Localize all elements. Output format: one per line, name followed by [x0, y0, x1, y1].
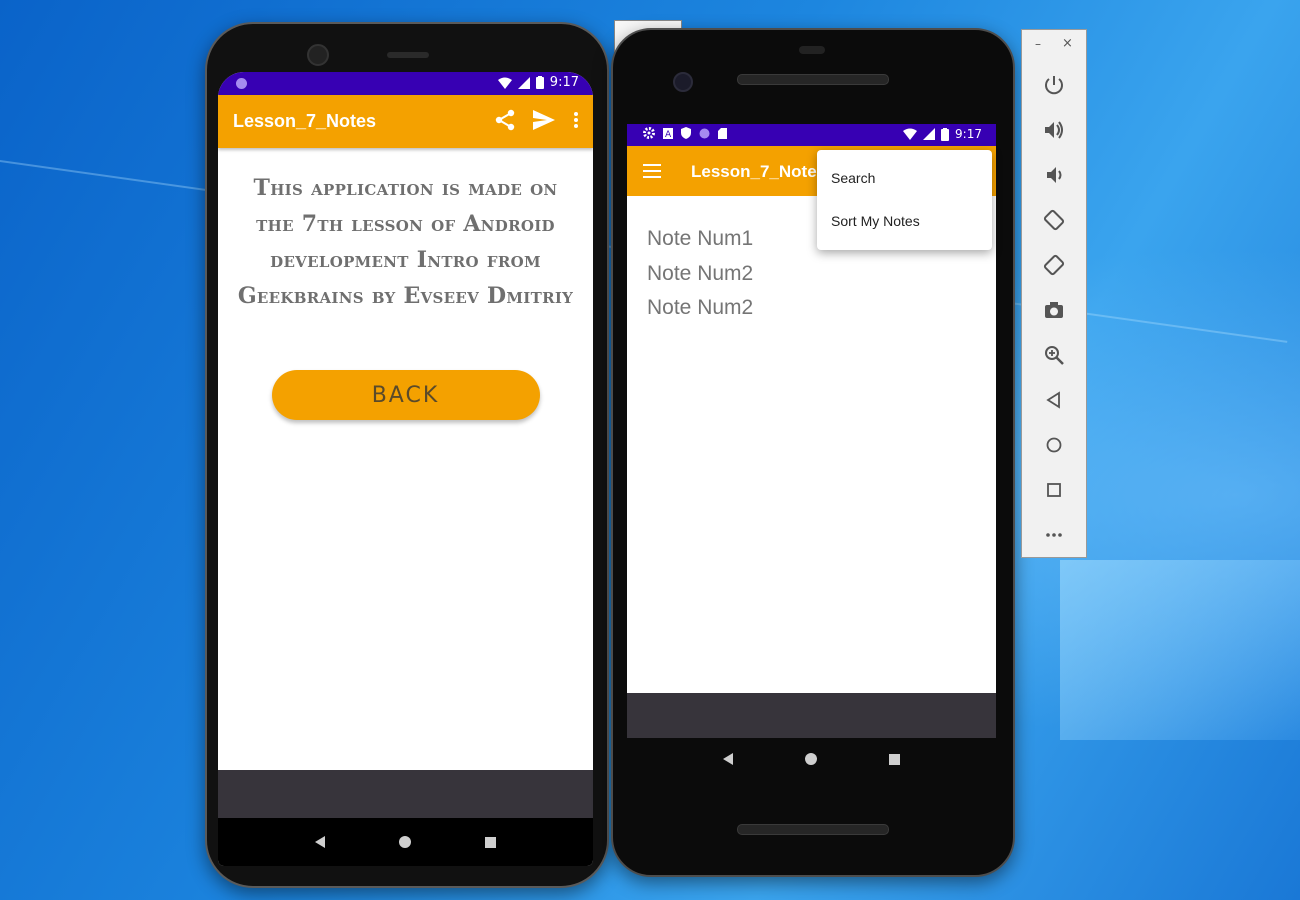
system-nav-bar: [627, 738, 996, 780]
volume-up-icon: [1045, 120, 1063, 139]
status-bar: A 9:17: [627, 124, 996, 146]
screen-bottom-area: [218, 770, 593, 818]
rotate-left-button[interactable]: [1022, 197, 1086, 242]
status-icons: 9:17: [903, 127, 982, 141]
wifi-icon: [497, 77, 512, 89]
a-icon: A: [663, 127, 673, 139]
share-icon[interactable]: [495, 109, 515, 131]
signal-icon: [517, 76, 530, 89]
note-item[interactable]: Note Num2: [647, 257, 976, 292]
rotate-right-icon: [1043, 254, 1065, 275]
bottom-speaker-grille: [737, 824, 889, 835]
app-title: Lesson_7_Notes: [233, 111, 377, 131]
status-icons: 9:17: [497, 75, 579, 90]
app-title: Lesson_7_Notes: [691, 162, 827, 181]
emulator-toolbar: – ×: [1021, 29, 1087, 558]
screenshot-button[interactable]: [1022, 287, 1086, 332]
volume-down-icon: [1047, 166, 1062, 183]
sd-card-icon: [718, 127, 727, 139]
app-bar: Lesson_7_Notes: [218, 95, 593, 148]
front-camera: [307, 44, 329, 66]
circle-icon: [699, 128, 710, 138]
wallpaper-windows-logo: [1060, 560, 1300, 740]
wifi-icon: [903, 128, 918, 140]
menu-icon[interactable]: [643, 164, 661, 178]
power-button[interactable]: [1022, 62, 1086, 107]
more-vert-icon[interactable]: [573, 111, 579, 129]
menu-item-sort[interactable]: Sort My Notes: [817, 200, 992, 243]
zoom-button[interactable]: [1022, 332, 1086, 377]
phone2-screen: A 9:17 Lesson_7_Notes Note Num1 Note Num…: [627, 124, 996, 737]
minimize-button[interactable]: –: [1035, 37, 1041, 51]
overview-icon: [1047, 482, 1061, 497]
back-icon: [1046, 390, 1060, 409]
top-speaker-grille: [737, 74, 889, 85]
more-icon: [1046, 532, 1062, 537]
back-button[interactable]: BACK: [271, 370, 540, 420]
zoom-icon: [1045, 345, 1064, 365]
back-button-emulator[interactable]: [1022, 377, 1086, 422]
front-camera: [673, 72, 693, 92]
about-content: This application is made on the 7th less…: [218, 148, 593, 420]
battery-icon: [535, 76, 544, 89]
home-icon: [1046, 437, 1062, 452]
system-nav-bar: [218, 818, 593, 866]
settings-icon: [643, 127, 655, 139]
status-time: 9:17: [955, 127, 982, 141]
emulator-phone-2: A 9:17 Lesson_7_Notes Note Num1 Note Num…: [611, 28, 1015, 877]
battery-icon: [941, 127, 950, 141]
overview-button-emulator[interactable]: [1022, 467, 1086, 512]
camera-icon: [1045, 301, 1063, 318]
volume-up-button[interactable]: [1022, 107, 1086, 152]
notification-icons: A: [643, 127, 727, 139]
top-sensor: [799, 46, 825, 54]
nav-overview-icon[interactable]: [485, 836, 496, 848]
notification-dot-icon: [236, 78, 247, 89]
status-time: 9:17: [549, 75, 579, 90]
about-text: This application is made on the 7th less…: [237, 175, 574, 309]
nav-home-icon[interactable]: [805, 753, 817, 765]
nav-back-icon[interactable]: [723, 753, 733, 765]
toolbar-titlebar: – ×: [1022, 30, 1086, 62]
screen-bottom-area: [627, 693, 996, 738]
phone1-screen: 9:17 Lesson_7_Notes This application is …: [218, 72, 593, 866]
send-icon[interactable]: [533, 110, 555, 130]
close-button[interactable]: ×: [1062, 36, 1073, 51]
note-item[interactable]: Note Num2: [647, 291, 976, 326]
emulator-phone-1: 9:17 Lesson_7_Notes This application is …: [205, 22, 609, 888]
more-button[interactable]: [1022, 512, 1086, 557]
nav-overview-icon[interactable]: [889, 753, 900, 765]
nav-back-icon[interactable]: [315, 836, 325, 848]
rotate-left-icon: [1043, 209, 1065, 230]
volume-down-button[interactable]: [1022, 152, 1086, 197]
signal-icon: [923, 128, 936, 140]
power-icon: [1045, 75, 1063, 94]
status-bar: 9:17: [218, 72, 593, 95]
shield-icon: [681, 127, 691, 139]
rotate-right-button[interactable]: [1022, 242, 1086, 287]
home-button-emulator[interactable]: [1022, 422, 1086, 467]
svg-text:A: A: [665, 130, 672, 139]
earpiece-speaker: [387, 52, 429, 58]
menu-item-search[interactable]: Search: [817, 157, 992, 200]
app-bar-actions: [495, 109, 579, 131]
nav-home-icon[interactable]: [399, 836, 411, 848]
overflow-menu: Search Sort My Notes: [817, 150, 992, 250]
